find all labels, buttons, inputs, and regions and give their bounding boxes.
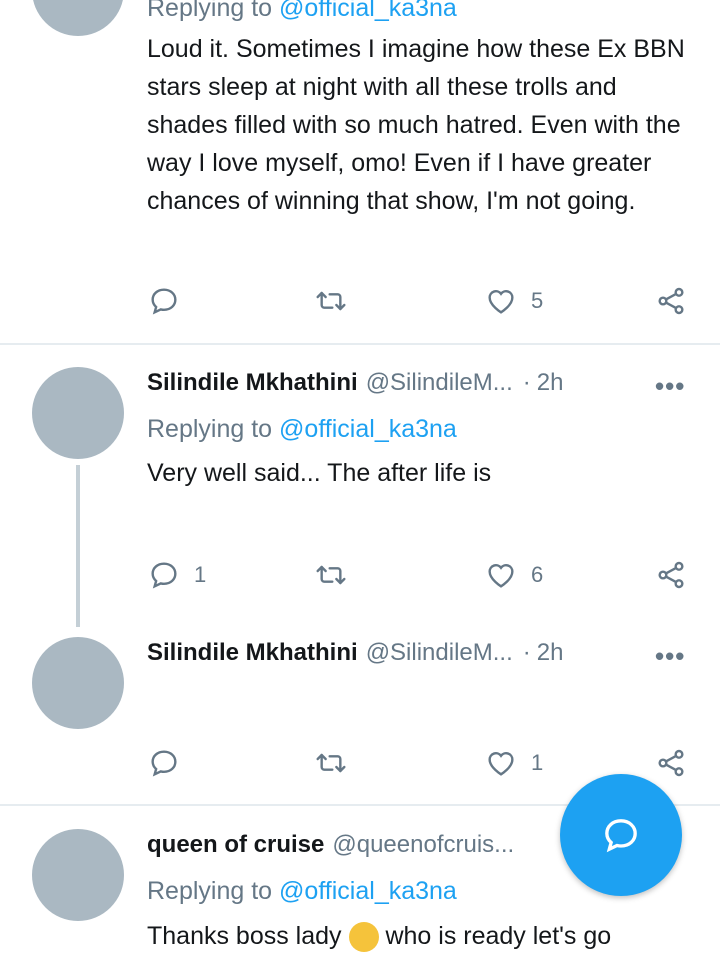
- tweet-text-part: Thanks boss lady: [147, 922, 342, 950]
- tweet-text: Loud it. Sometimes I imagine how these E…: [147, 35, 685, 215]
- display-name[interactable]: Silindile Mkhathini: [147, 639, 358, 667]
- more-options-button[interactable]: •••: [655, 641, 685, 672]
- mention-link[interactable]: @official_ka3na: [279, 0, 457, 22]
- avatar[interactable]: [32, 367, 124, 459]
- replying-to-label: Replying to: [147, 415, 273, 443]
- share-icon: [658, 561, 684, 589]
- user-handle[interactable]: @SilindileM...: [366, 639, 513, 667]
- tweet-text: Very well said... The after life is: [147, 459, 492, 487]
- separator-dot: ·: [522, 369, 531, 396]
- mention-link[interactable]: @official_ka3na: [279, 415, 457, 443]
- heart-icon: [488, 752, 514, 776]
- more-options-button[interactable]: •••: [655, 371, 685, 402]
- retweet-icon: [316, 291, 346, 311]
- like-count: 6: [531, 562, 544, 587]
- share-icon: [658, 287, 684, 315]
- reply-icon: [151, 750, 177, 777]
- thread-line: [76, 465, 80, 627]
- tweet-item[interactable]: Silindile Mkhathini @SilindileM... · 2h …: [0, 345, 720, 635]
- retweet-button[interactable]: [315, 558, 347, 592]
- replying-to: Replying to @official_ka3na: [147, 0, 457, 23]
- winking-face-emoji-icon: [348, 922, 379, 953]
- retweet-button[interactable]: [315, 284, 347, 318]
- like-count: 1: [531, 750, 544, 775]
- timestamp[interactable]: 2h: [537, 369, 564, 397]
- mention-link[interactable]: @official_ka3na: [279, 877, 457, 905]
- avatar[interactable]: [32, 829, 124, 921]
- avatar[interactable]: [32, 637, 124, 729]
- replying-to-label: Replying to: [147, 877, 273, 905]
- share-button[interactable]: [655, 558, 687, 592]
- like-button[interactable]: 5: [485, 284, 543, 318]
- reply-button[interactable]: 1: [148, 558, 206, 592]
- reply-button[interactable]: [148, 746, 194, 780]
- share-icon: [658, 749, 684, 777]
- replying-to: Replying to @official_ka3na: [147, 877, 457, 906]
- tweet-header: Silindile Mkhathini @SilindileM... · 2h: [147, 639, 563, 667]
- display-name[interactable]: queen of cruise: [147, 831, 324, 859]
- reply-icon: [151, 288, 177, 315]
- compose-reply-button[interactable]: [560, 774, 682, 896]
- heart-icon: [488, 564, 514, 588]
- user-handle[interactable]: @queenofcruis...: [332, 831, 514, 859]
- like-count: 5: [531, 288, 544, 313]
- reply-icon: [151, 562, 177, 589]
- compose-reply-icon: [605, 819, 637, 853]
- replying-to: Replying to @official_ka3na: [147, 415, 457, 444]
- reply-count: 1: [194, 562, 207, 587]
- tweet-actions: 5: [0, 284, 720, 318]
- display-name[interactable]: Silindile Mkhathini: [147, 369, 358, 397]
- tweet-actions: 1 6: [0, 558, 720, 592]
- tweet-text-part: who is ready let's go: [385, 922, 612, 950]
- user-handle[interactable]: @SilindileM...: [366, 369, 513, 397]
- retweet-button[interactable]: [315, 746, 347, 780]
- avatar[interactable]: [32, 0, 124, 36]
- like-button[interactable]: 6: [485, 558, 543, 592]
- reply-button[interactable]: [148, 284, 194, 318]
- timestamp[interactable]: 2h: [537, 639, 564, 667]
- tweet-item[interactable]: Replying to @official_ka3na Loud it. Som…: [0, 0, 720, 345]
- share-button[interactable]: [655, 284, 687, 318]
- tweet-header: queen of cruise @queenofcruis...: [147, 831, 514, 859]
- retweet-icon: [316, 565, 346, 585]
- tweet-text: Thanks boss lady who is ready let's go: [147, 917, 697, 955]
- separator-dot: ·: [522, 639, 531, 666]
- retweet-icon: [316, 753, 346, 773]
- tweet-header: Silindile Mkhathini @SilindileM... · 2h: [147, 369, 563, 397]
- share-button[interactable]: [655, 746, 687, 780]
- replying-to-label: Replying to: [147, 0, 273, 22]
- heart-icon: [488, 290, 514, 314]
- like-button[interactable]: 1: [485, 746, 543, 780]
